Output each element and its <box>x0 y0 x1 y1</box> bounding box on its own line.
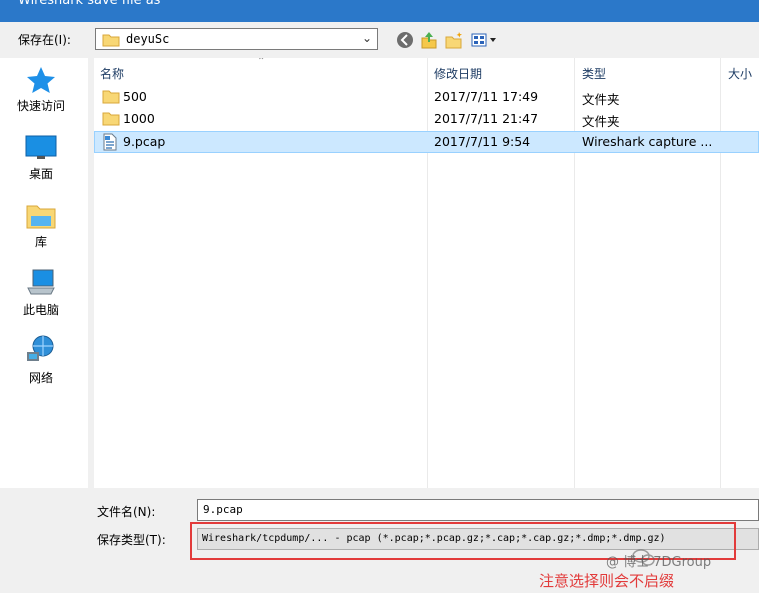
file-name: 9.pcap <box>123 134 166 149</box>
network-icon <box>27 335 54 361</box>
new-folder-icon[interactable] <box>444 30 464 50</box>
star-icon <box>27 67 55 93</box>
annotation-text: 注意选择则会不启缀 <box>539 572 675 590</box>
window-title: Wireshark save file as <box>18 0 161 8</box>
view-menu-icon[interactable] <box>470 30 500 50</box>
file-row[interactable]: 1000 2017/7/11 21:47 文件夹 <box>94 108 759 130</box>
file-date: 2017/7/11 17:49 <box>434 89 539 104</box>
sidebar-item-label: 网络 <box>28 371 53 385</box>
title-bar: Wireshark save file as <box>0 0 759 22</box>
filename-label: 文件名(N): <box>97 505 156 519</box>
folder-icon <box>102 112 120 126</box>
folder-icon <box>102 34 120 47</box>
sidebar-item-label: 库 <box>34 235 47 249</box>
filetype-label: 保存类型(T): <box>97 533 166 547</box>
sidebar-item-label: 桌面 <box>28 167 53 181</box>
sidebar-item-network[interactable]: 网络 <box>0 334 82 386</box>
column-header-date[interactable]: 修改日期 <box>434 65 482 82</box>
pcap-file-icon <box>103 133 117 151</box>
file-row[interactable]: 500 2017/7/11 17:49 文件夹 <box>94 86 759 108</box>
file-date: 2017/7/11 9:54 <box>434 134 531 149</box>
library-icon <box>26 205 56 229</box>
sidebar-item-this-pc[interactable]: 此电脑 <box>0 268 82 318</box>
filename-input[interactable]: 9.pcap <box>197 499 759 521</box>
sidebar-item-label: 此电脑 <box>22 303 59 317</box>
places-sidebar: 快速访问 桌面 库 此电脑 网络 <box>0 58 88 488</box>
file-name: 500 <box>123 89 147 104</box>
watermark-text: @ 博士 7DGroup <box>606 555 712 570</box>
sidebar-item-desktop[interactable]: 桌面 <box>0 134 82 182</box>
file-row-selected[interactable]: 9.pcap 2017/7/11 9:54 Wireshark capture … <box>94 131 759 153</box>
folder-icon <box>102 90 120 104</box>
sort-ascending-icon: ⌃ <box>257 58 266 67</box>
save-in-label: 保存在(I): <box>18 33 71 47</box>
computer-icon <box>27 269 55 295</box>
file-type: Wireshark capture ... <box>582 134 713 149</box>
location-dropdown[interactable]: deyuSc ⌄ <box>95 28 378 50</box>
up-folder-icon[interactable] <box>419 30 439 50</box>
column-header-row: ⌃ 名称 修改日期 类型 大小 <box>94 58 759 86</box>
location-value: deyuSc <box>126 32 170 46</box>
file-type: 文件夹 <box>582 114 620 129</box>
file-date: 2017/7/11 21:47 <box>434 111 539 126</box>
sidebar-item-label: 快速访问 <box>16 99 65 113</box>
column-header-size[interactable]: 大小 <box>728 65 752 82</box>
column-header-name[interactable]: 名称 <box>100 65 124 82</box>
column-header-type[interactable]: 类型 <box>582 65 606 82</box>
file-type: 文件夹 <box>582 92 620 107</box>
file-name: 1000 <box>123 111 155 126</box>
file-list: ⌃ 名称 修改日期 类型 大小 500 2017/7/11 17:49 文件夹 … <box>94 58 759 488</box>
back-icon[interactable] <box>395 30 415 50</box>
chevron-down-icon[interactable]: ⌄ <box>362 31 372 45</box>
sidebar-item-library[interactable]: 库 <box>0 202 82 250</box>
sidebar-item-quick-access[interactable]: 快速访问 <box>0 66 82 114</box>
desktop-icon <box>25 135 57 159</box>
